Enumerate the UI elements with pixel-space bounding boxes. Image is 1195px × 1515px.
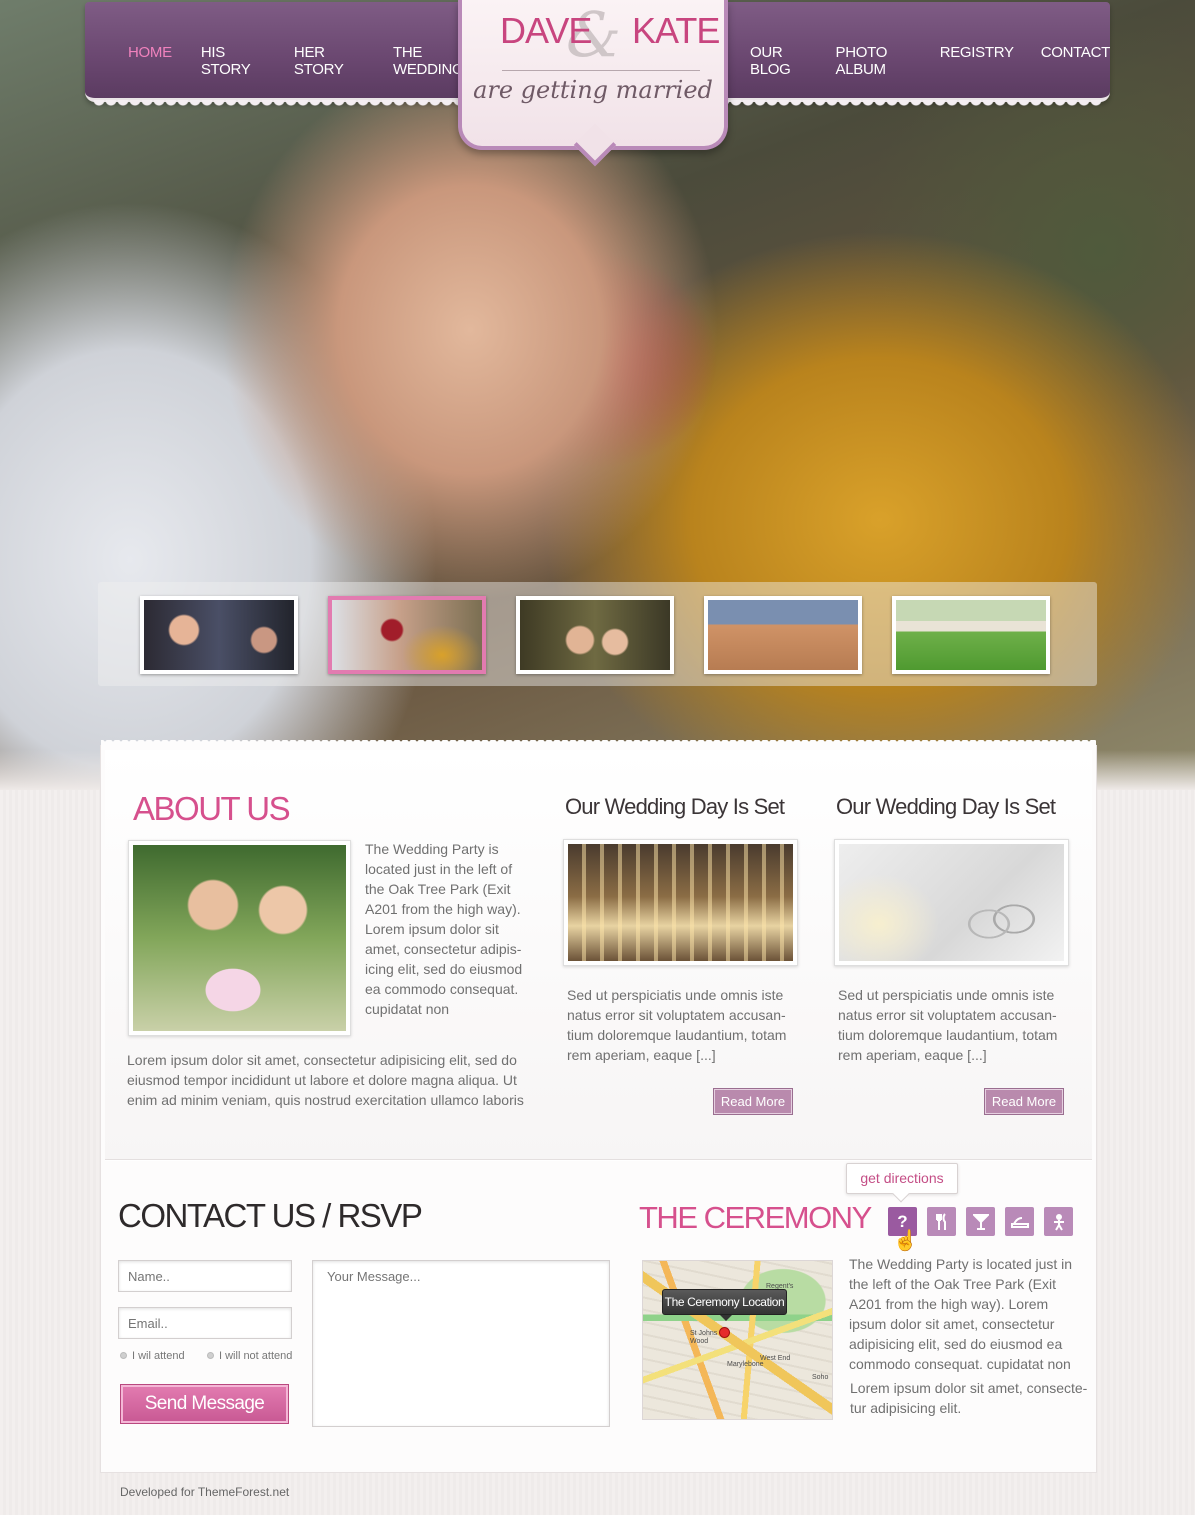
thumbnail-5[interactable]	[892, 596, 1050, 674]
contact-heading: CONTACT US / RSVP	[118, 1197, 423, 1234]
nav-his-story[interactable]: HIS STORY	[201, 44, 270, 78]
nav-left: HOME HIS STORY HER STORY THE WEDDING	[128, 44, 485, 78]
post-1-photo	[563, 839, 798, 966]
email-input[interactable]	[118, 1307, 292, 1339]
not-attend-radio-label: I will not attend	[219, 1350, 293, 1362]
ceremony-text-2: Lorem ipsum dolor sit amet, consecte- tu…	[850, 1380, 1088, 1416]
attend-radio[interactable]: I wil attend	[120, 1350, 185, 1362]
cocktail-icon-glyph	[972, 1213, 989, 1230]
cutlery-icon-glyph	[935, 1212, 946, 1230]
nav-registry[interactable]: REGISTRY	[940, 44, 1014, 78]
post-2-title[interactable]: Our Wedding Day Is Set	[836, 794, 1056, 820]
about-heading: ABOUT US	[133, 790, 291, 827]
baby-icon[interactable]	[1044, 1207, 1073, 1236]
nav-home[interactable]: HOME	[128, 44, 172, 78]
map-place-st-johns: St Johns	[690, 1330, 718, 1337]
cocktail-icon[interactable]	[966, 1207, 995, 1236]
baby-icon-glyph	[1053, 1213, 1064, 1231]
logo-tagline: are getting married	[473, 76, 713, 104]
thumbnail-strip	[98, 582, 1097, 686]
site-logo[interactable]: & DAVE KATE are getting married	[458, 0, 728, 150]
nav-contact[interactable]: CONTACT	[1041, 44, 1111, 78]
about-side-text: The Wedding Party is located just in the…	[365, 841, 523, 1017]
post-2-read-more-button[interactable]: Read More	[984, 1088, 1064, 1115]
thumbnail-1[interactable]	[140, 596, 298, 674]
map-place-wood: Wood	[690, 1338, 709, 1345]
nav-our-blog[interactable]: OUR BLOG	[750, 44, 807, 78]
logo-name-dave: DAVE	[500, 10, 592, 51]
post-2-photo	[834, 839, 1069, 966]
about-full-text: Lorem ipsum dolor sit amet, consectetur …	[127, 1052, 524, 1108]
thumbnail-2[interactable]	[328, 596, 486, 674]
hand-cursor-icon: ☝	[893, 1230, 918, 1252]
map-place-soho: Soho	[812, 1374, 829, 1381]
nav-right-band: OUR BLOG PHOTO ALBUM REGISTRY CONTACT	[710, 2, 1110, 110]
ceremony-text: The Wedding Party is located just in the…	[849, 1256, 1073, 1372]
ceremony-heading: THE CEREMONY	[639, 1200, 872, 1235]
send-message-button[interactable]: Send Message	[120, 1384, 289, 1424]
map-pin-icon[interactable]	[719, 1327, 730, 1338]
nav-right: OUR BLOG PHOTO ALBUM REGISTRY CONTACT	[750, 44, 1110, 78]
logo-name-kate: KATE	[632, 10, 720, 51]
cutlery-icon[interactable]	[927, 1207, 956, 1236]
not-attend-radio-dot[interactable]	[207, 1352, 214, 1359]
post-1-title[interactable]: Our Wedding Day Is Set	[565, 794, 785, 820]
nav-her-story[interactable]: HER STORY	[294, 44, 369, 78]
message-textarea[interactable]	[312, 1260, 610, 1427]
name-input[interactable]	[118, 1260, 292, 1292]
get-directions-tooltip: get directions	[846, 1163, 958, 1194]
thumbnail-4[interactable]	[704, 596, 862, 674]
map-place-west-end: West End	[760, 1355, 791, 1362]
ceremony-map[interactable]	[642, 1260, 833, 1420]
attend-radio-label: I wil attend	[132, 1350, 185, 1362]
post-2-text: Sed ut perspiciatis unde omnis iste natu…	[838, 987, 1058, 1063]
shoe-icon[interactable]	[1005, 1207, 1034, 1236]
attend-radio-dot[interactable]	[120, 1352, 127, 1359]
post-1-read-more-button[interactable]: Read More	[713, 1088, 793, 1115]
about-photo	[128, 840, 351, 1036]
nav-photo-album[interactable]: PHOTO ALBUM	[836, 44, 913, 78]
nav-left-band: HOME HIS STORY HER STORY THE WEDDING	[85, 2, 485, 110]
map-place-marylebone: Marylebone	[727, 1361, 764, 1368]
map-location-label: The Ceremony Location	[662, 1289, 787, 1321]
post-1-text: Sed ut perspiciatis unde omnis iste natu…	[567, 987, 787, 1063]
logo-divider	[502, 70, 700, 71]
footer-credit[interactable]: Developed for ThemeForest.net	[120, 1485, 289, 1499]
shoe-icon-glyph	[1010, 1216, 1029, 1228]
not-attend-radio[interactable]: I will not attend	[207, 1350, 292, 1362]
thumbnail-3[interactable]	[516, 596, 674, 674]
